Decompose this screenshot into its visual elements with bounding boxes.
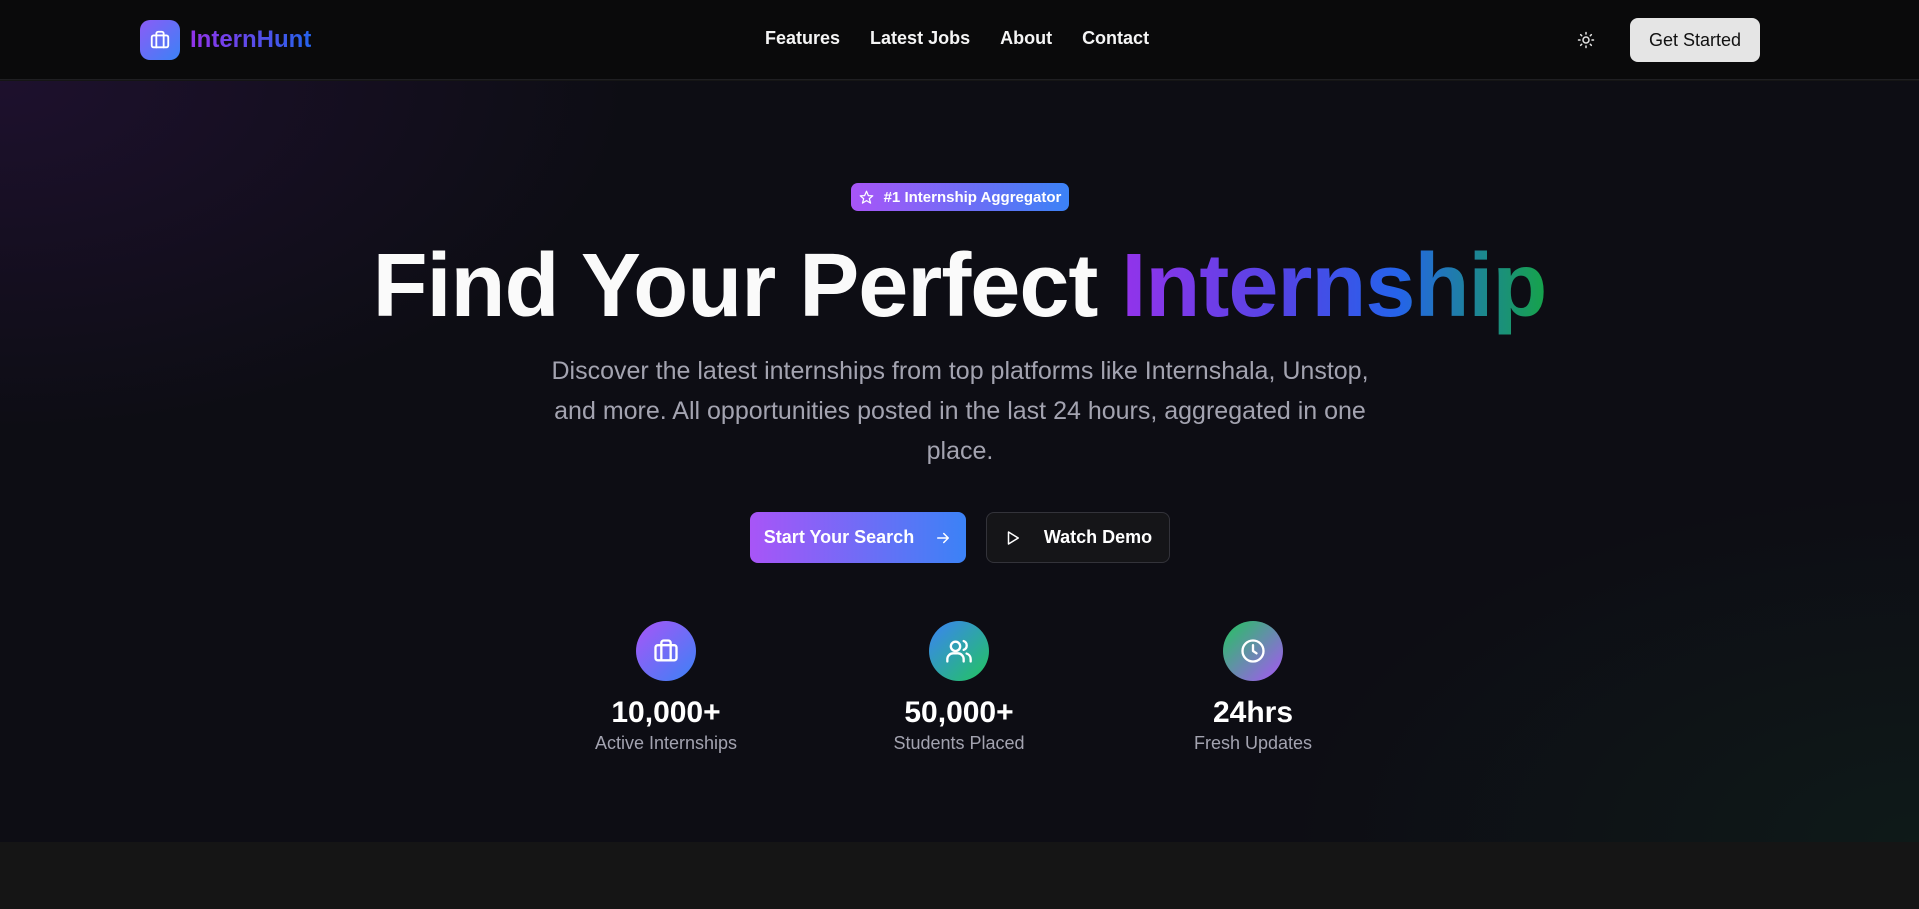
watch-demo-button[interactable]: Watch Demo <box>986 512 1170 563</box>
arrow-right-icon <box>937 532 950 543</box>
stat-fresh-updates: 24hrs Fresh Updates <box>1143 621 1363 754</box>
stat-value: 50,000+ <box>904 696 1014 729</box>
users-icon <box>929 621 989 681</box>
briefcase-icon <box>140 20 180 60</box>
start-search-label: Start Your Search <box>763 527 915 547</box>
nav-item-latest-jobs[interactable]: Latest Jobs <box>870 28 970 49</box>
stat-label: Fresh Updates <box>1193 733 1313 753</box>
brand-name: InternHunt <box>190 26 312 53</box>
hero-subtitle: Discover the latest internships from top… <box>551 357 1369 465</box>
headline-plain: Find Your Perfect <box>372 236 1122 336</box>
hero-badge: #1 Internship Aggregator <box>851 183 1069 211</box>
nav-item-contact[interactable]: Contact <box>1082 28 1149 49</box>
stat-label: Students Placed <box>893 733 1025 753</box>
hero-badge-label: #1 Internship Aggregator <box>883 188 1062 206</box>
headline-accent: Internship <box>1121 236 1547 336</box>
stat-value: 10,000+ <box>611 696 721 729</box>
nav-item-about[interactable]: About <box>1000 28 1052 49</box>
main-nav: Features Latest Jobs About Contact <box>765 28 1149 49</box>
stat-active-internships: 10,000+ Active Internships <box>556 621 776 754</box>
watch-demo-label: Watch Demo <box>1043 527 1153 547</box>
stat-students-placed: 50,000+ Students Placed <box>849 621 1069 754</box>
briefcase-icon <box>636 621 696 681</box>
hero-section: #1 Internship Aggregator Find Your Perfe… <box>0 81 1919 842</box>
clock-icon <box>1223 621 1283 681</box>
stat-value: 24hrs <box>1212 696 1294 729</box>
brand-logo[interactable]: InternHunt <box>140 20 311 60</box>
hero-headline: Find Your Perfect Internship <box>0 231 1919 341</box>
nav-item-features[interactable]: Features <box>765 28 840 49</box>
stat-label: Active Internships <box>594 733 738 753</box>
sun-icon[interactable] <box>1575 29 1597 51</box>
next-section <box>0 842 1919 909</box>
start-search-button[interactable]: Start Your Search <box>750 512 966 563</box>
star-icon <box>859 190 873 204</box>
get-started-button[interactable]: Get Started <box>1630 18 1760 62</box>
site-header: InternHunt Features Latest Jobs About Co… <box>0 0 1919 80</box>
play-icon <box>1007 530 1019 545</box>
